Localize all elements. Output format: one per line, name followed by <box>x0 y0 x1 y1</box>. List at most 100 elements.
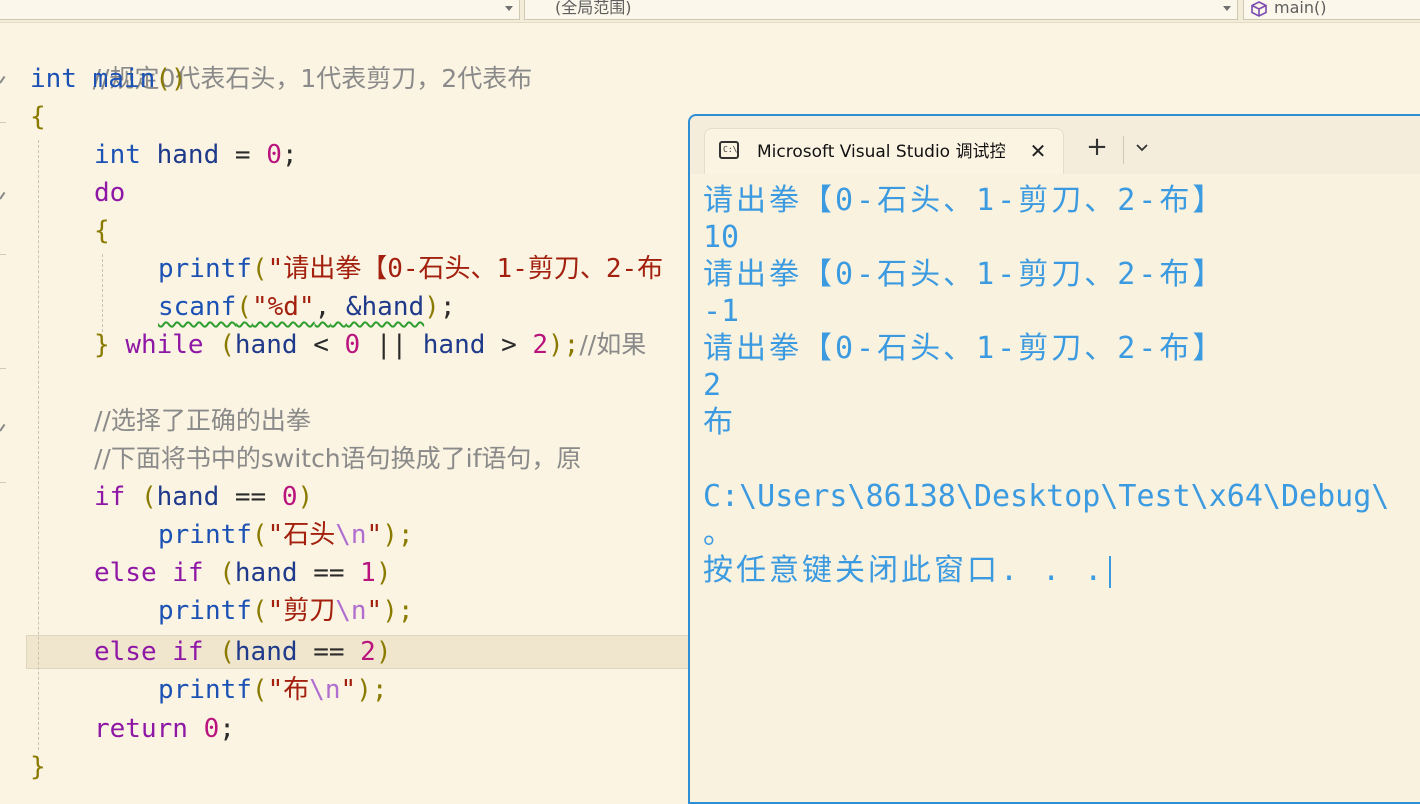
type-keyword: int <box>30 64 77 94</box>
console-icon: C:\ <box>719 141 739 159</box>
number-literal: 1 <box>360 558 376 588</box>
code-line: int main() <box>30 60 187 98</box>
code-line: //规定0代表石头，1代表剪刀，2代表布 <box>30 22 533 93</box>
paren: ( <box>251 596 268 626</box>
string-literal: " <box>340 675 357 705</box>
paren: ( <box>251 254 268 284</box>
paren: ( <box>236 292 252 322</box>
string-literal: "%d" <box>251 292 315 322</box>
operator: == <box>313 558 345 588</box>
paren: ( <box>219 558 235 588</box>
number-literal: 0 <box>344 330 361 360</box>
keyword: if <box>172 558 204 588</box>
indent-guide <box>102 254 103 332</box>
comment-text: //选择了正确的出拳 <box>94 406 311 435</box>
paren: ( <box>251 520 268 550</box>
code-line: } while (hand < 0 || hand > 2);//如果 <box>94 326 646 364</box>
function-name: scanf <box>158 292 237 322</box>
number-literal: 0 <box>266 140 282 170</box>
function-name: main <box>92 64 156 94</box>
punctuation: ; <box>439 292 456 322</box>
project-dropdown[interactable] <box>0 0 520 20</box>
escape-sequence: \n <box>335 520 367 550</box>
code-line: //选择了正确的出拳 <box>94 402 311 440</box>
keyword: while <box>125 330 204 360</box>
terminal-output: 请出拳【0-石头、1-剪刀、2-布】 10 请出拳【0-石头、1-剪刀、2-布】… <box>703 182 1420 589</box>
output-line: 布 <box>703 405 736 440</box>
string-literal: "剪刀 <box>267 596 336 626</box>
code-line: printf("请出拳【0-石头、1-剪刀、2-布 <box>158 250 663 288</box>
paren: ( <box>219 637 235 667</box>
keyword: if <box>94 482 126 512</box>
code-line: { <box>30 98 46 136</box>
close-tab-button[interactable]: ✕ <box>1025 139 1051 165</box>
navigation-bar: (全局范围) main() <box>0 0 1420 23</box>
fold-marker-icon <box>0 75 6 84</box>
operator: = <box>234 140 251 170</box>
brace: } <box>30 752 46 782</box>
paren: ( <box>140 482 157 512</box>
terminal-titlebar: C:\ Microsoft Visual Studio 调试控 ✕ + <box>690 116 1420 174</box>
operator: > <box>501 330 517 360</box>
function-name: printf <box>158 254 252 284</box>
identifier: hand <box>234 558 298 588</box>
output-path-line: C:\Users\86138\Desktop\Test\x64\Debug\ <box>703 479 1390 514</box>
gutter-divider <box>0 368 6 369</box>
scope-dropdown[interactable]: (全局范围) <box>524 0 1238 20</box>
brace: } <box>94 330 110 360</box>
string-literal: "石头 <box>267 520 336 550</box>
function-name: printf <box>158 596 252 626</box>
press-any-key-text: 按任意键关闭此窗口. . . <box>703 553 1106 588</box>
chevron-down-icon <box>505 6 513 11</box>
member-dropdown[interactable]: main() <box>1243 0 1420 20</box>
scope-label: (全局范围) <box>555 0 632 17</box>
code-line: scanf("%d", &hand); <box>158 288 455 326</box>
keyword: if <box>172 637 204 667</box>
output-line: 请出拳【0-石头、1-剪刀、2-布】 <box>703 183 1226 218</box>
punctuation: ); <box>382 520 414 550</box>
comment-text: //如果 <box>579 330 647 359</box>
terminal-tab[interactable]: C:\ Microsoft Visual Studio 调试控 ✕ <box>704 128 1064 174</box>
type-keyword: int <box>94 140 141 170</box>
paren: ) <box>375 558 392 588</box>
fold-marker-icon <box>0 191 6 200</box>
identifier: hand <box>234 330 298 360</box>
function-name: printf <box>158 675 252 705</box>
code-line: do <box>94 174 125 212</box>
identifier: &hand <box>345 292 425 322</box>
brace: { <box>94 216 110 246</box>
code-line: int hand = 0; <box>94 136 298 174</box>
keyword: do <box>94 178 126 208</box>
number-literal: 2 <box>532 330 549 360</box>
text-cursor <box>1109 555 1112 588</box>
identifier: hand <box>234 637 298 667</box>
string-literal: "请出拳【0-石头、1-剪刀、2-布 <box>267 254 664 284</box>
gutter-divider <box>0 254 6 255</box>
gutter-divider <box>0 482 6 483</box>
code-line: if (hand == 0) <box>94 478 313 516</box>
method-cube-icon <box>1251 1 1267 17</box>
chevron-down-icon[interactable] <box>1134 142 1150 154</box>
string-literal: " <box>366 596 383 626</box>
debug-console-window[interactable]: C:\ Microsoft Visual Studio 调试控 ✕ + 请出拳【… <box>688 114 1420 804</box>
escape-sequence: \n <box>335 596 367 626</box>
operator: == <box>313 637 345 667</box>
escape-sequence: \n <box>309 675 341 705</box>
terminal-tab-title: Microsoft Visual Studio 调试控 <box>757 142 1005 162</box>
paren: ( <box>219 330 235 360</box>
code-line: else if (hand == 1) <box>94 554 391 592</box>
punctuation: ); <box>548 330 580 360</box>
keyword: return <box>94 714 188 744</box>
punctuation: ); <box>382 596 414 626</box>
identifier: hand <box>422 330 486 360</box>
paren: ( <box>251 675 268 705</box>
output-line: 。 <box>703 516 736 551</box>
fold-marker-icon <box>0 423 6 432</box>
titlebar-divider <box>1123 136 1124 164</box>
string-literal: " <box>366 520 383 550</box>
new-tab-button[interactable]: + <box>1082 134 1112 164</box>
code-line: printf("石头\n"); <box>158 516 414 554</box>
keyword: else <box>94 558 157 588</box>
code-line: else if (hand == 2) <box>94 633 391 671</box>
